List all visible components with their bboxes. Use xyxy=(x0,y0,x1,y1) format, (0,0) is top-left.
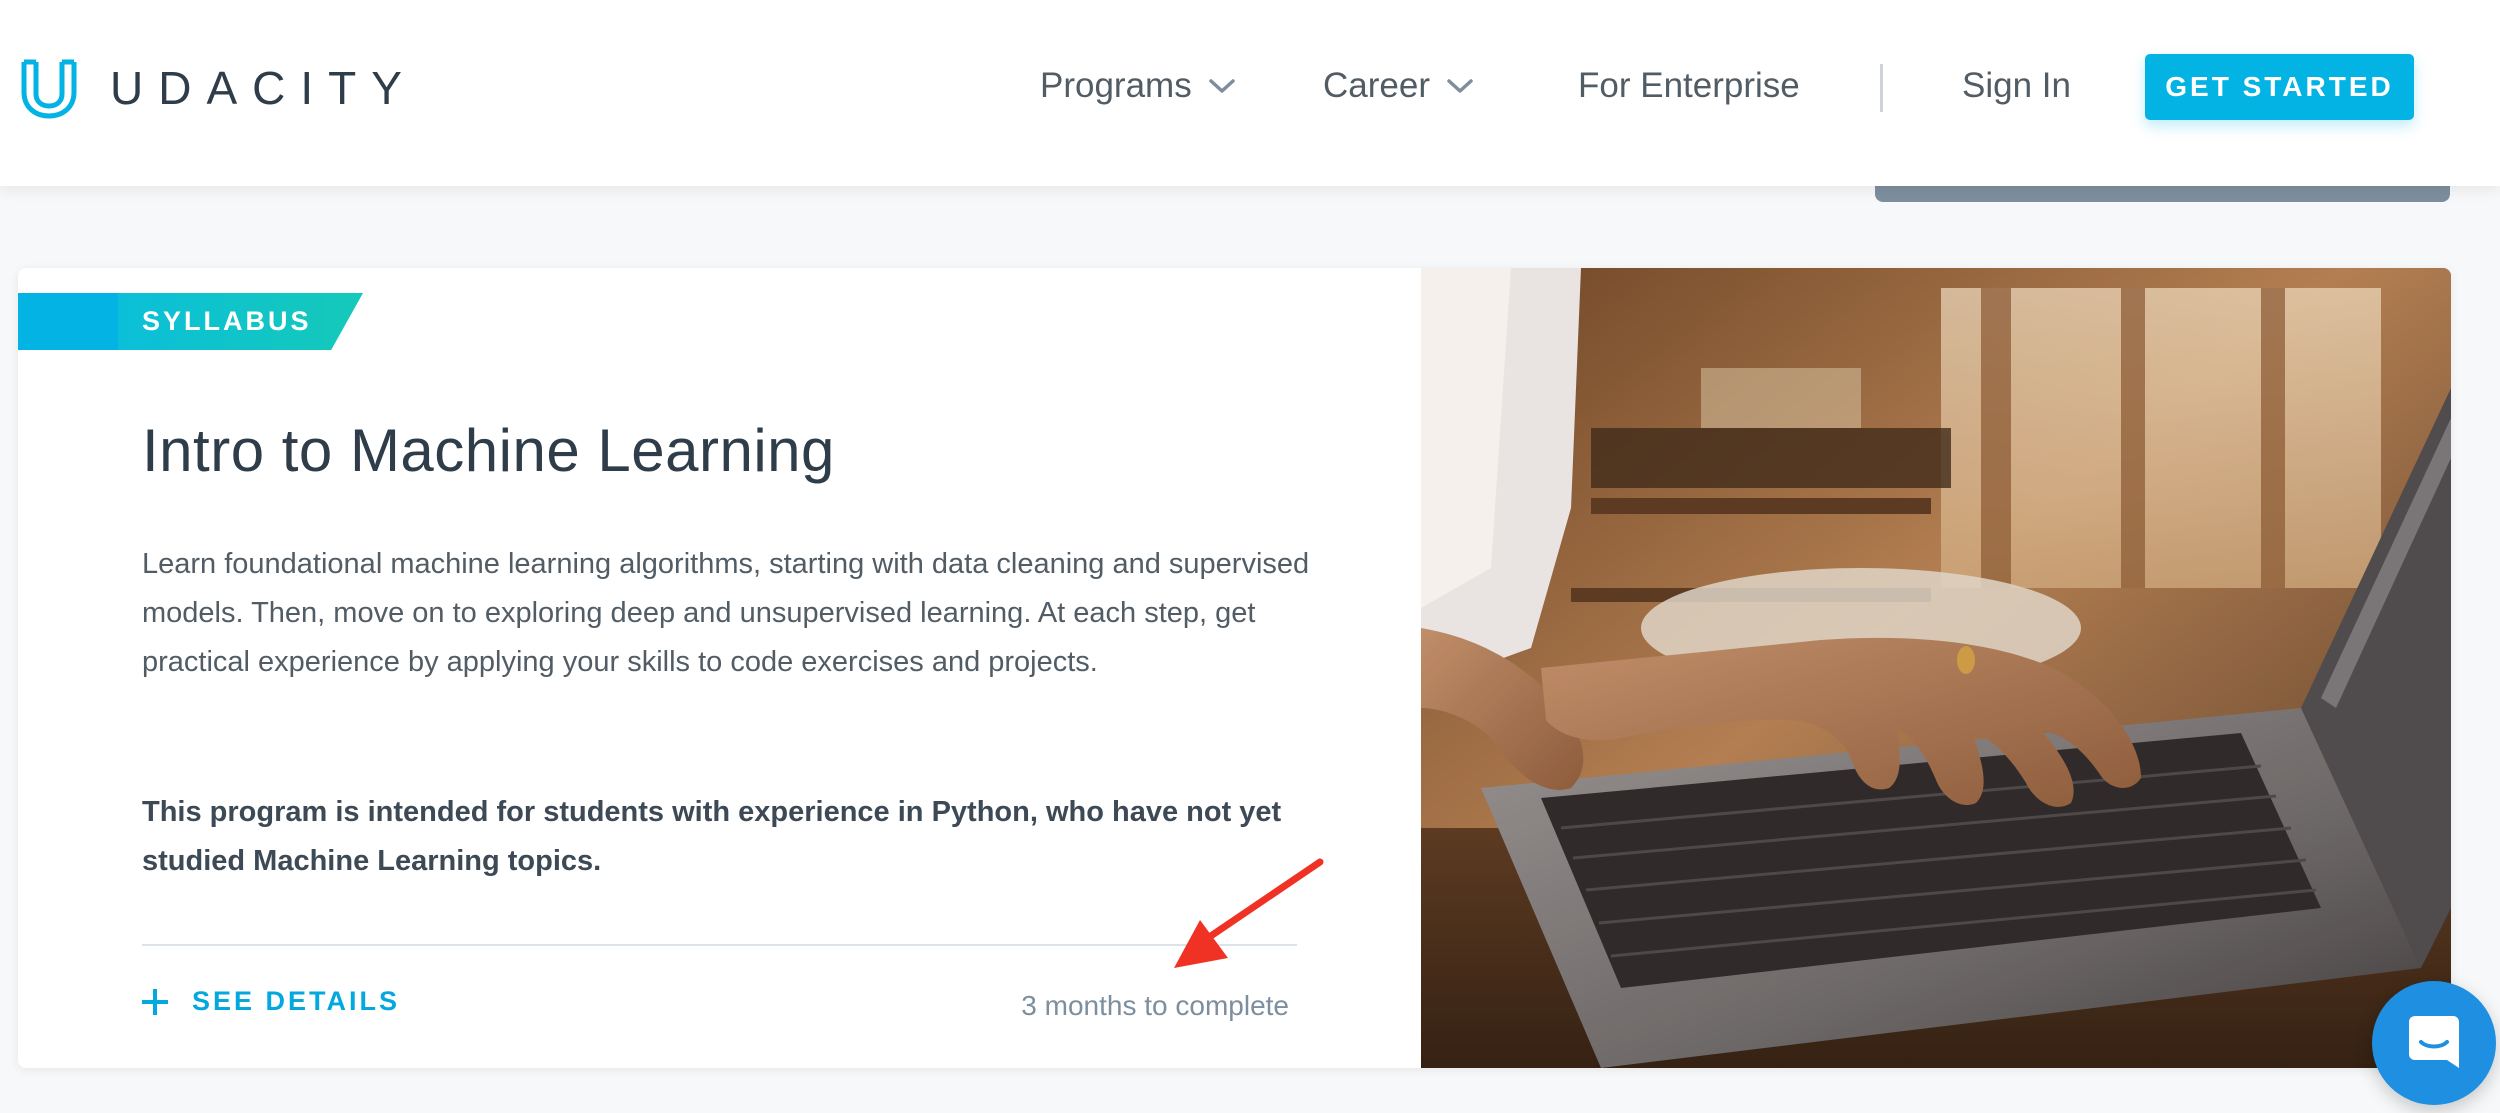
udacity-logo[interactable]: UDACITY xyxy=(18,56,417,120)
duration-text: 3 months to complete xyxy=(1021,990,1289,1021)
udacity-logo-icon xyxy=(21,59,77,119)
site-header: UDACITY Programs Career For Enterprise S… xyxy=(0,0,2500,186)
nav-programs[interactable]: Programs xyxy=(1040,66,1236,106)
nav-programs-label: Programs xyxy=(1040,66,1192,105)
see-details-button[interactable]: SEE DETAILS xyxy=(142,986,400,1017)
course-title: Intro to Machine Learning xyxy=(142,417,835,484)
course-prerequisite-note: This program is intended for students wi… xyxy=(142,796,1282,877)
chat-bubble-icon xyxy=(2409,1016,2459,1068)
brand-name: UDACITY xyxy=(110,62,417,114)
nav-enterprise-label: For Enterprise xyxy=(1578,66,1800,105)
nav-career-label: Career xyxy=(1323,66,1430,105)
nav-career[interactable]: Career xyxy=(1323,66,1474,106)
chevron-down-icon xyxy=(1208,79,1235,93)
laptop-typing-photo xyxy=(1421,268,2451,1068)
syllabus-ribbon: SYLLABUS xyxy=(18,293,363,350)
get-started-button[interactable]: GET STARTED xyxy=(2145,54,2414,120)
card-divider xyxy=(142,944,1297,946)
nav-sign-in[interactable]: Sign In xyxy=(1962,66,2071,106)
course-card: SYLLABUS Intro to Machine Learning Learn… xyxy=(18,268,2451,1068)
nav-enterprise[interactable]: For Enterprise xyxy=(1578,66,1800,106)
chat-launcher-button[interactable] xyxy=(2372,981,2496,1105)
chevron-down-icon xyxy=(1447,79,1473,93)
ribbon-label: SYLLABUS xyxy=(142,306,312,336)
red-arrow-annotation-icon xyxy=(1174,858,1324,968)
see-details-label: SEE DETAILS xyxy=(192,986,401,1016)
nav-divider xyxy=(1880,64,1883,112)
ribbon-dark-segment xyxy=(18,293,128,350)
photo-illustration xyxy=(1421,268,2451,1068)
sign-in-label: Sign In xyxy=(1962,66,2071,105)
plus-icon xyxy=(142,988,168,1015)
course-description: Learn foundational machine learning algo… xyxy=(142,548,1310,678)
